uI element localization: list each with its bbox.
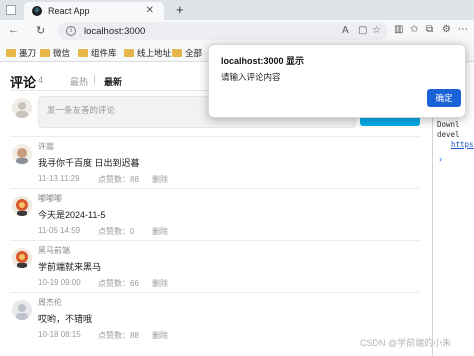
split-screen-icon[interactable]: ▢ <box>358 25 367 36</box>
devtools-line: Downl <box>437 120 460 129</box>
browser-tab-bar: ⚛ React App ✕ + <box>0 0 474 20</box>
tab-new[interactable]: 最新 <box>104 75 122 88</box>
extensions-icon[interactable]: ⚙ <box>442 24 451 35</box>
back-button[interactable]: ← <box>8 24 19 36</box>
list-item: 黑马前端 学前端就来黑马 10-19 09:00 点赞数：66 删除 <box>0 240 432 292</box>
devtools-link[interactable]: https <box>451 140 474 149</box>
comment-likes: 点赞数：88 <box>98 175 139 184</box>
more-icon[interactable]: ⋯ <box>458 24 468 35</box>
split-view-icon[interactable]: ▥ <box>394 24 403 35</box>
list-item: 许嵩 我寻你千百度 日出到迟暮 11-13 11:29 点赞数：88 删除 <box>0 136 432 188</box>
new-tab-button[interactable]: + <box>176 2 184 17</box>
avatar <box>12 144 32 164</box>
react-favicon-icon: ⚛ <box>32 6 42 16</box>
divider <box>10 136 420 137</box>
console-prompt-icon: › <box>439 154 442 164</box>
favorite-star-icon[interactable]: ☆ <box>372 25 381 36</box>
address-text[interactable]: localhost:3000 <box>84 26 145 37</box>
favorites-icon[interactable]: ✩ <box>410 24 418 35</box>
comment-time: 10-18 08:15 <box>38 330 81 339</box>
comment-likes: 点赞数：88 <box>98 331 139 340</box>
comment-username: 许嵩 <box>38 142 54 151</box>
bookmark-item[interactable]: 墨刀 <box>6 47 36 59</box>
comment-username: 黑马前端 <box>38 246 70 255</box>
divider <box>10 188 420 189</box>
collections-icon[interactable]: ⧉ <box>426 24 433 35</box>
comment-username: 周杰伦 <box>38 298 62 307</box>
address-bar[interactable]: i localhost:3000 A ▢ ☆ <box>58 22 388 40</box>
list-item: 嘟嘟嘟 今天是2024-11-5 11-05 14:59 点赞数：0 删除 <box>0 188 432 240</box>
comment-username: 嘟嘟嘟 <box>38 194 62 203</box>
avatar <box>12 98 32 118</box>
bookmark-item[interactable]: 微信 <box>40 47 70 59</box>
comment-likes: 点赞数：66 <box>98 279 139 288</box>
window-menu-icon[interactable] <box>6 5 16 15</box>
folder-icon <box>172 49 182 57</box>
avatar <box>12 248 32 268</box>
divider <box>10 292 420 293</box>
reload-button[interactable]: ↻ <box>36 24 45 37</box>
tab-hot[interactable]: 最热 <box>70 75 88 88</box>
delete-button[interactable]: 删除 <box>152 330 168 341</box>
page-title: 评论 <box>10 75 37 90</box>
alert-dialog: localhost:3000 显示 请输入评论内容 确定 <box>208 44 466 118</box>
comment-time: 10-19 09:00 <box>38 278 81 287</box>
dialog-message: 请输入评论内容 <box>221 72 281 82</box>
watermark: CSDN @学前端的小朱 <box>360 338 452 348</box>
delete-button[interactable]: 删除 <box>152 278 168 289</box>
comment-list: 许嵩 我寻你千百度 日出到迟暮 11-13 11:29 点赞数：88 删除 嘟嘟… <box>0 136 432 344</box>
tab-close-icon[interactable]: ✕ <box>146 5 154 16</box>
comment-likes: 点赞数：0 <box>98 227 135 236</box>
folder-icon <box>124 49 134 57</box>
folder-icon <box>78 49 88 57</box>
comment-time: 11-13 11:29 <box>38 174 80 183</box>
browser-tab[interactable]: ⚛ React App ✕ <box>24 2 164 20</box>
comment-text: 学前端就来黑马 <box>38 262 102 272</box>
devtools-line: devel <box>437 130 460 139</box>
browser-toolbar: ← ↻ i localhost:3000 A ▢ ☆ ▥ ✩ ⧉ ⚙ ⋯ <box>0 20 474 42</box>
delete-button[interactable]: 删除 <box>152 226 168 237</box>
comment-text: 我寻你千百度 日出到迟暮 <box>38 158 140 168</box>
avatar <box>12 196 32 216</box>
ok-button[interactable]: 确定 <box>427 89 461 107</box>
comment-text: 今天是2024-11-5 <box>38 210 106 220</box>
comment-time: 11-05 14:59 <box>38 226 81 235</box>
tab-title: React App <box>48 6 90 16</box>
site-info-icon[interactable]: i <box>66 26 76 36</box>
divider <box>10 240 420 241</box>
comment-text: 哎哟，不错哦 <box>38 314 93 324</box>
dialog-title: localhost:3000 显示 <box>221 56 305 66</box>
bookmark-item[interactable]: 线上地址 <box>124 47 171 59</box>
tab-divider <box>94 75 95 84</box>
bookmark-item[interactable]: 全部 <box>172 47 202 59</box>
folder-icon <box>6 49 16 57</box>
comment-count: 4 <box>38 75 44 85</box>
delete-button[interactable]: 删除 <box>152 174 168 185</box>
bookmark-item[interactable]: 组件库 <box>78 47 117 59</box>
folder-icon <box>40 49 50 57</box>
avatar <box>12 300 32 320</box>
read-aloud-icon[interactable]: A <box>342 25 349 36</box>
